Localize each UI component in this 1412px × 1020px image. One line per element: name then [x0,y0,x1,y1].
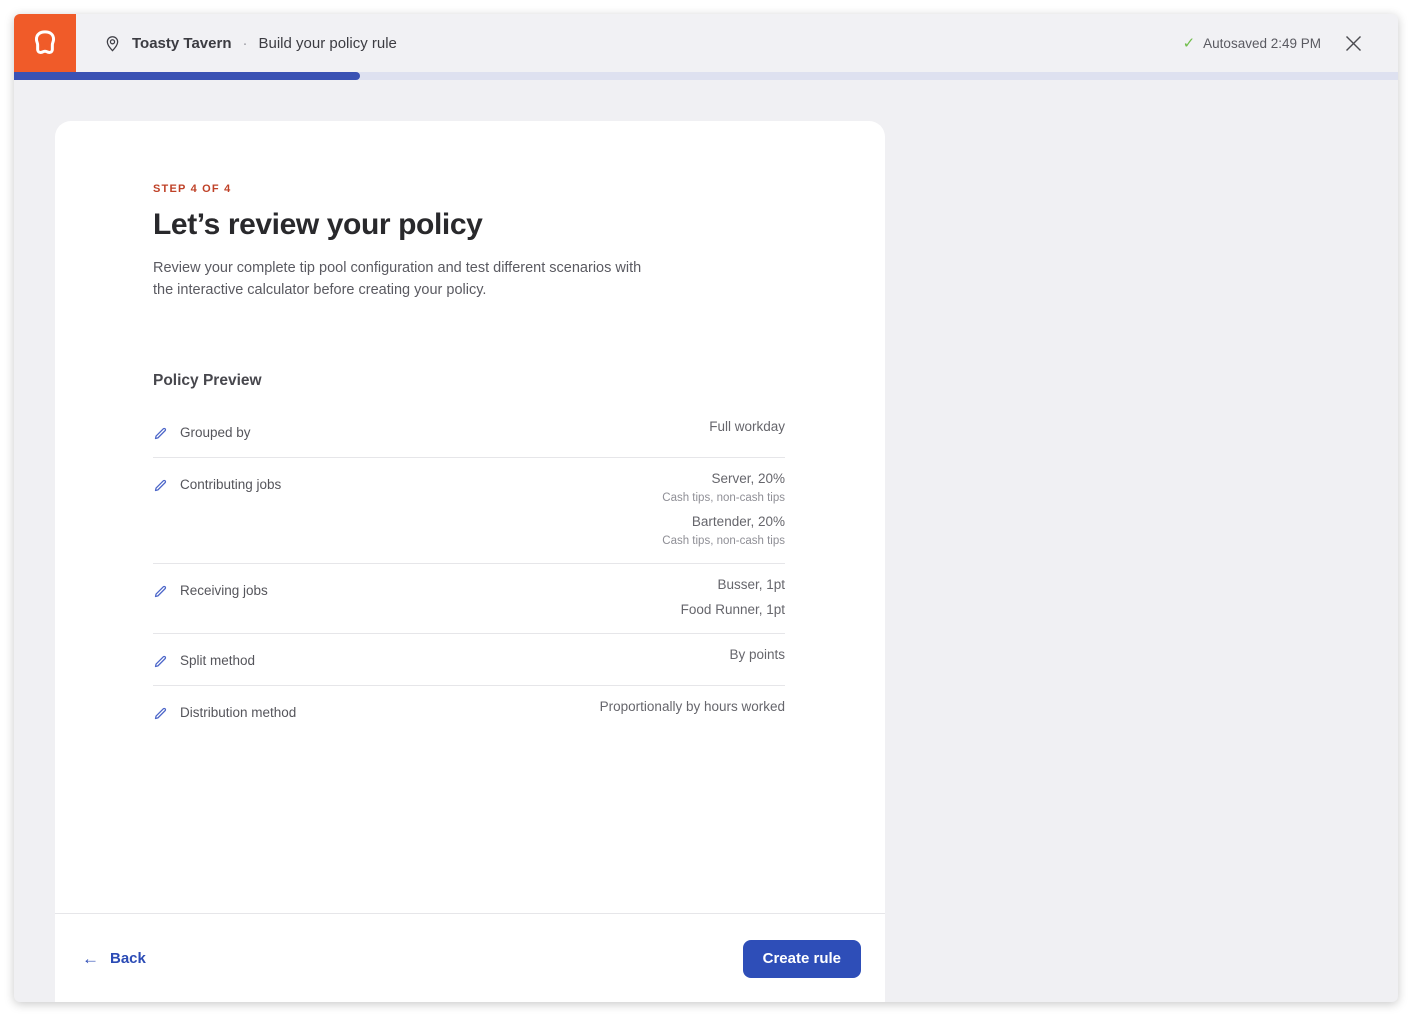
page-title: Build your policy rule [258,35,396,52]
page-content: STEP 4 OF 4 Let’s review your policy Rev… [14,80,1398,1002]
edit-pencil-icon[interactable] [153,706,168,721]
toast-bread-icon [27,25,63,61]
review-card: STEP 4 OF 4 Let’s review your policy Rev… [55,121,885,1002]
row-value: Bartender, 20% [662,514,785,529]
row-value: Server, 20% [662,471,785,486]
progress-bar-track [14,72,1398,80]
restaurant-name: Toasty Tavern [132,35,231,52]
row-value: Food Runner, 1pt [681,602,785,617]
policy-row-split-method: Split method By points [153,634,785,686]
edit-pencil-icon[interactable] [153,584,168,599]
row-value: Full workday [709,419,785,434]
toast-logo [14,14,76,72]
row-label: Receiving jobs [180,583,268,598]
header-right: ✓ Autosaved 2:49 PM [1183,34,1398,52]
row-label: Distribution method [180,705,296,720]
autosave-check-icon: ✓ [1183,34,1196,52]
breadcrumb: Toasty Tavern · Build your policy rule [103,34,397,53]
row-value: By points [729,647,785,662]
edit-pencil-icon[interactable] [153,478,168,493]
policy-row-distribution-method: Distribution method Proportionally by ho… [153,686,785,737]
back-arrow-icon: ← [82,949,99,969]
row-value-detail: Cash tips, non-cash tips [662,535,785,547]
breadcrumb-separator: · [242,35,247,52]
edit-pencil-icon[interactable] [153,426,168,441]
row-label: Contributing jobs [180,477,281,492]
policy-preview-list: Grouped by Full workday [153,406,785,737]
autosave-status: Autosaved 2:49 PM [1203,36,1321,51]
policy-preview-heading: Policy Preview [153,372,785,390]
app-window: Toasty Tavern · Build your policy rule ✓… [14,14,1398,1002]
row-value-detail: Cash tips, non-cash tips [662,492,785,504]
close-icon[interactable] [1345,35,1362,52]
edit-pencil-icon[interactable] [153,654,168,669]
row-value: Proportionally by hours worked [600,699,785,714]
top-header: Toasty Tavern · Build your policy rule ✓… [14,14,1398,72]
row-label: Grouped by [180,425,251,440]
back-label: Back [110,950,146,967]
step-indicator: STEP 4 OF 4 [153,183,785,195]
wizard-footer: ← Back Create rule [55,913,885,1002]
create-rule-button[interactable]: Create rule [743,940,861,978]
policy-row-contributing-jobs: Contributing jobs Server, 20% Cash tips,… [153,458,785,564]
policy-row-receiving-jobs: Receiving jobs Busser, 1pt Food Runner, … [153,564,785,634]
back-button[interactable]: ← Back [82,949,146,969]
policy-row-grouped-by: Grouped by Full workday [153,406,785,458]
row-value: Busser, 1pt [681,577,785,592]
review-description: Review your complete tip pool configurat… [153,257,653,302]
location-pin-icon [103,34,122,53]
progress-bar-fill [14,72,360,80]
review-title: Let’s review your policy [153,208,785,242]
row-label: Split method [180,653,255,668]
